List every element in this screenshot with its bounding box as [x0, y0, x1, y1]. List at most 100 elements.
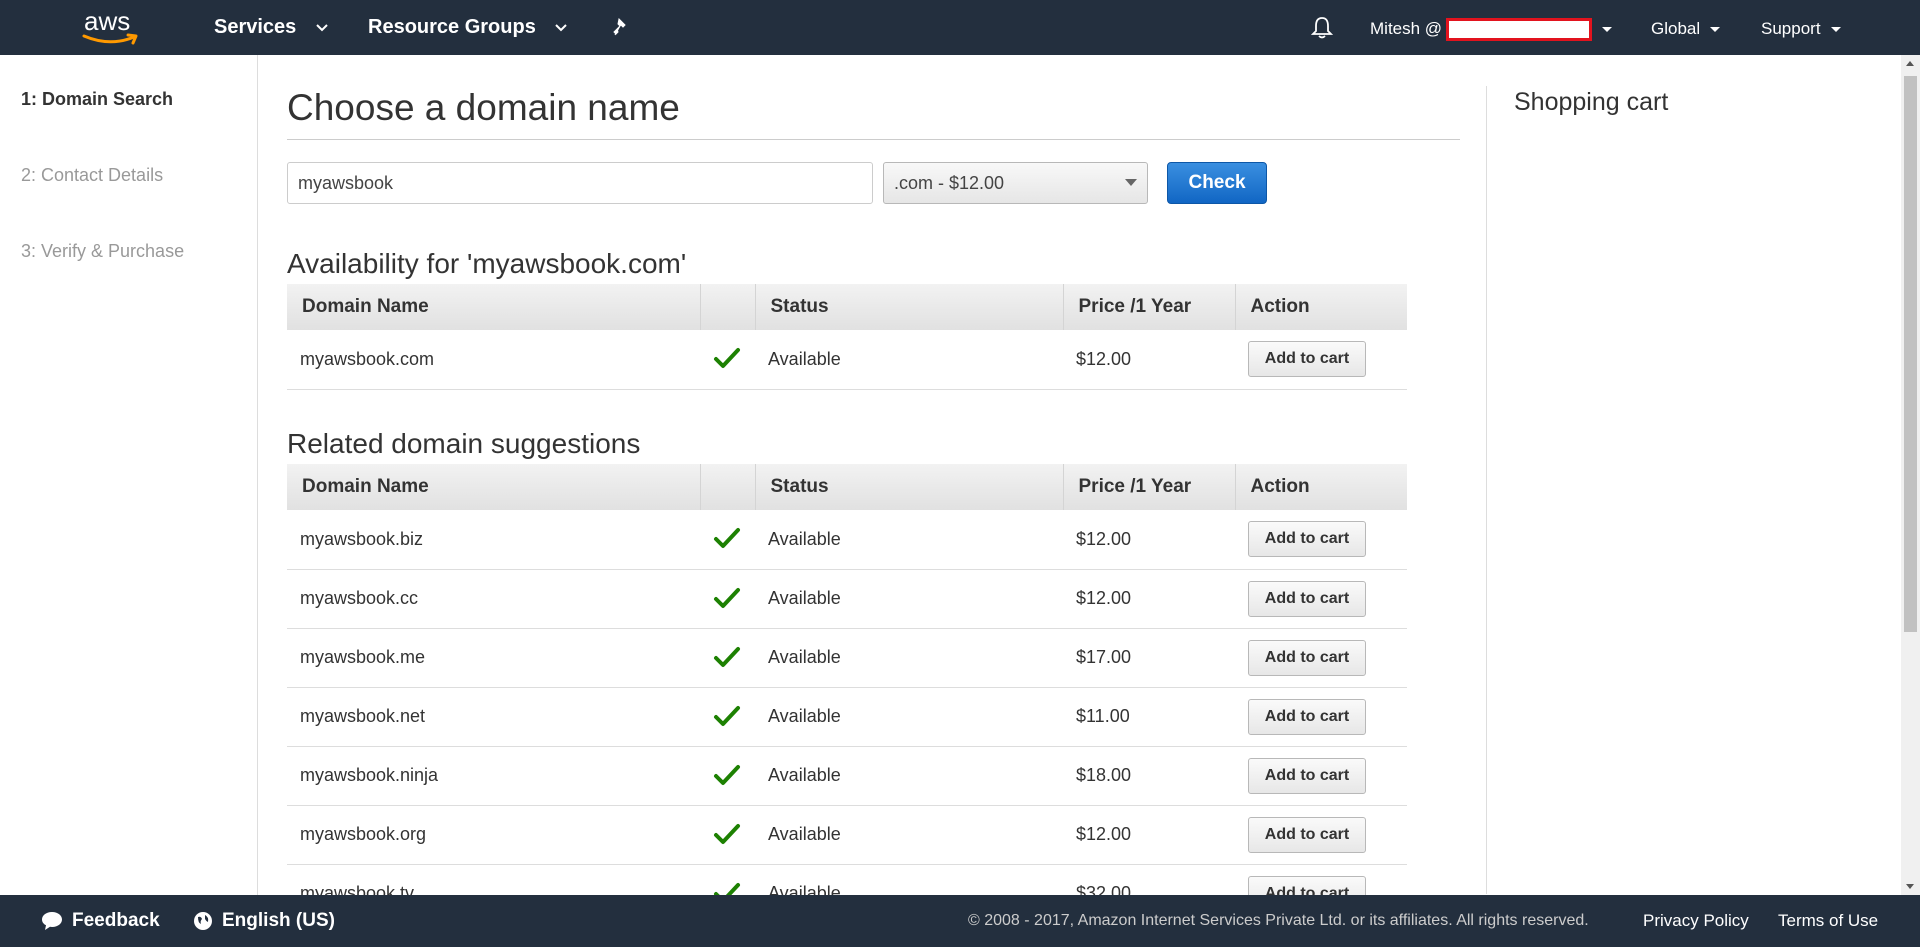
divider	[287, 139, 1460, 140]
availability-title: Availability for 'myawsbook.com'	[287, 248, 687, 279]
availability-table: Domain Name Status Price /1 Year Action …	[287, 284, 1407, 390]
language-label: English (US)	[222, 910, 335, 931]
globe-icon	[194, 911, 212, 930]
step-domain-search[interactable]: 1: Domain Search	[21, 89, 173, 110]
suggestions-title: Related domain suggestions	[287, 428, 641, 459]
caret-down-icon	[1710, 27, 1721, 33]
action-cell: Add to cart	[1235, 805, 1407, 865]
checkmark-icon	[714, 348, 740, 369]
services-label: Services	[214, 16, 297, 38]
region-label: Global	[1651, 19, 1701, 38]
step-contact-details[interactable]: 2: Contact Details	[21, 165, 163, 186]
chevron-down-icon	[555, 24, 568, 32]
terms-of-use-link[interactable]: Terms of Use	[1778, 895, 1878, 947]
add-to-cart-button[interactable]: Add to cart	[1248, 341, 1366, 378]
add-to-cart-button[interactable]: Add to cart	[1248, 639, 1366, 676]
available-check-cell	[700, 687, 755, 747]
column-header-price: Price /1 Year	[1063, 464, 1236, 510]
feedback-link[interactable]: Feedback	[40, 895, 160, 947]
status-cell: Available	[755, 746, 1063, 806]
checkmark-icon	[714, 587, 740, 608]
scrollbar-thumb[interactable]	[1904, 76, 1917, 632]
status-cell: Available	[755, 628, 1063, 688]
table-row: myawsbook.com Available $12.00 Add to cart	[287, 330, 1407, 390]
scroll-up-arrow-icon[interactable]	[1906, 61, 1914, 66]
step-verify-purchase[interactable]: 3: Verify & Purchase	[21, 241, 184, 262]
domain-search-input[interactable]	[287, 162, 873, 204]
tld-select[interactable]: .com - $12.00	[883, 162, 1148, 204]
tld-select-value: .com - $12.00	[894, 173, 1005, 193]
status-cell: Available	[755, 330, 1063, 390]
column-header-price: Price /1 Year	[1063, 284, 1236, 330]
checkmark-icon	[714, 764, 740, 785]
action-cell: Add to cart	[1235, 628, 1407, 688]
shopping-cart-panel: Shopping cart	[1486, 86, 1896, 894]
domain-name-cell: myawsbook.tv	[287, 864, 700, 895]
available-check-cell	[700, 330, 755, 390]
table-row: myawsbook.org Available $12.00 Add to cart	[287, 805, 1407, 865]
table-row: myawsbook.biz Available $12.00 Add to cart	[287, 510, 1407, 570]
dropdown-arrow-icon	[1125, 179, 1137, 186]
price-cell: $18.00	[1063, 746, 1235, 806]
available-check-cell	[700, 746, 755, 806]
add-to-cart-button[interactable]: Add to cart	[1248, 580, 1366, 617]
aws-logo[interactable]: aws	[80, 6, 142, 48]
add-to-cart-button[interactable]: Add to cart	[1248, 875, 1366, 895]
check-button[interactable]: Check	[1167, 162, 1267, 204]
price-cell: $12.00	[1063, 510, 1235, 570]
add-to-cart-button[interactable]: Add to cart	[1248, 698, 1366, 735]
bell-icon[interactable]	[1310, 16, 1334, 40]
checkmark-icon	[714, 646, 740, 667]
pin-icon[interactable]	[612, 17, 632, 37]
column-header-blank	[700, 464, 756, 510]
price-cell: $32.00	[1063, 864, 1235, 895]
table-header-row: Domain Name Status Price /1 Year Action	[287, 284, 1407, 330]
domain-name-cell: myawsbook.me	[287, 628, 700, 688]
suggestions-viewport: Domain Name Status Price /1 Year Action …	[287, 464, 1407, 895]
column-header-action: Action	[1235, 464, 1407, 510]
status-cell: Available	[755, 805, 1063, 865]
language-selector[interactable]: English (US)	[192, 895, 335, 947]
support-menu[interactable]: Support	[1761, 0, 1841, 55]
table-header-row: Domain Name Status Price /1 Year Action	[287, 464, 1407, 510]
feedback-label: Feedback	[72, 910, 160, 931]
available-check-cell	[700, 510, 755, 570]
chevron-down-icon	[316, 24, 328, 32]
table-row: myawsbook.tv Available $32.00 Add to cart	[287, 864, 1407, 895]
scroll-down-arrow-icon[interactable]	[1906, 884, 1914, 889]
table-row: myawsbook.me Available $17.00 Add to cart	[287, 628, 1407, 688]
action-cell: Add to cart	[1235, 330, 1407, 390]
add-to-cart-button[interactable]: Add to cart	[1248, 757, 1366, 794]
support-label: Support	[1761, 19, 1821, 38]
price-cell: $12.00	[1063, 330, 1235, 390]
available-check-cell	[700, 628, 755, 688]
account-menu[interactable]: Mitesh @	[1370, 0, 1613, 55]
resource-groups-label: Resource Groups	[368, 16, 536, 38]
available-check-cell	[700, 569, 755, 629]
page-scrollbar[interactable]	[1901, 55, 1920, 895]
page-title: Choose a domain name	[287, 87, 680, 128]
checkmark-icon	[714, 705, 740, 726]
column-header-domain: Domain Name	[287, 284, 701, 330]
table-row: myawsbook.net Available $11.00 Add to cart	[287, 687, 1407, 747]
action-cell: Add to cart	[1235, 569, 1407, 629]
speech-bubble-icon	[42, 911, 62, 930]
add-to-cart-button[interactable]: Add to cart	[1248, 816, 1366, 853]
domain-name-cell: myawsbook.net	[287, 687, 700, 747]
column-header-status: Status	[755, 284, 1064, 330]
privacy-policy-link[interactable]: Privacy Policy	[1643, 895, 1749, 947]
resource-groups-menu[interactable]: Resource Groups	[368, 0, 568, 55]
region-menu[interactable]: Global	[1651, 0, 1721, 55]
available-check-cell	[700, 864, 755, 895]
top-nav: aws Services Resource Groups Mitesh @ Gl…	[0, 0, 1920, 55]
price-cell: $17.00	[1063, 628, 1235, 688]
status-cell: Available	[755, 510, 1063, 570]
price-cell: $12.00	[1063, 569, 1235, 629]
services-menu[interactable]: Services	[214, 0, 328, 55]
caret-down-icon	[1602, 27, 1613, 33]
domain-name-cell: myawsbook.org	[287, 805, 700, 865]
checkmark-icon	[714, 823, 740, 844]
status-cell: Available	[755, 569, 1063, 629]
add-to-cart-button[interactable]: Add to cart	[1248, 521, 1366, 558]
shopping-cart-title: Shopping cart	[1514, 88, 1669, 116]
